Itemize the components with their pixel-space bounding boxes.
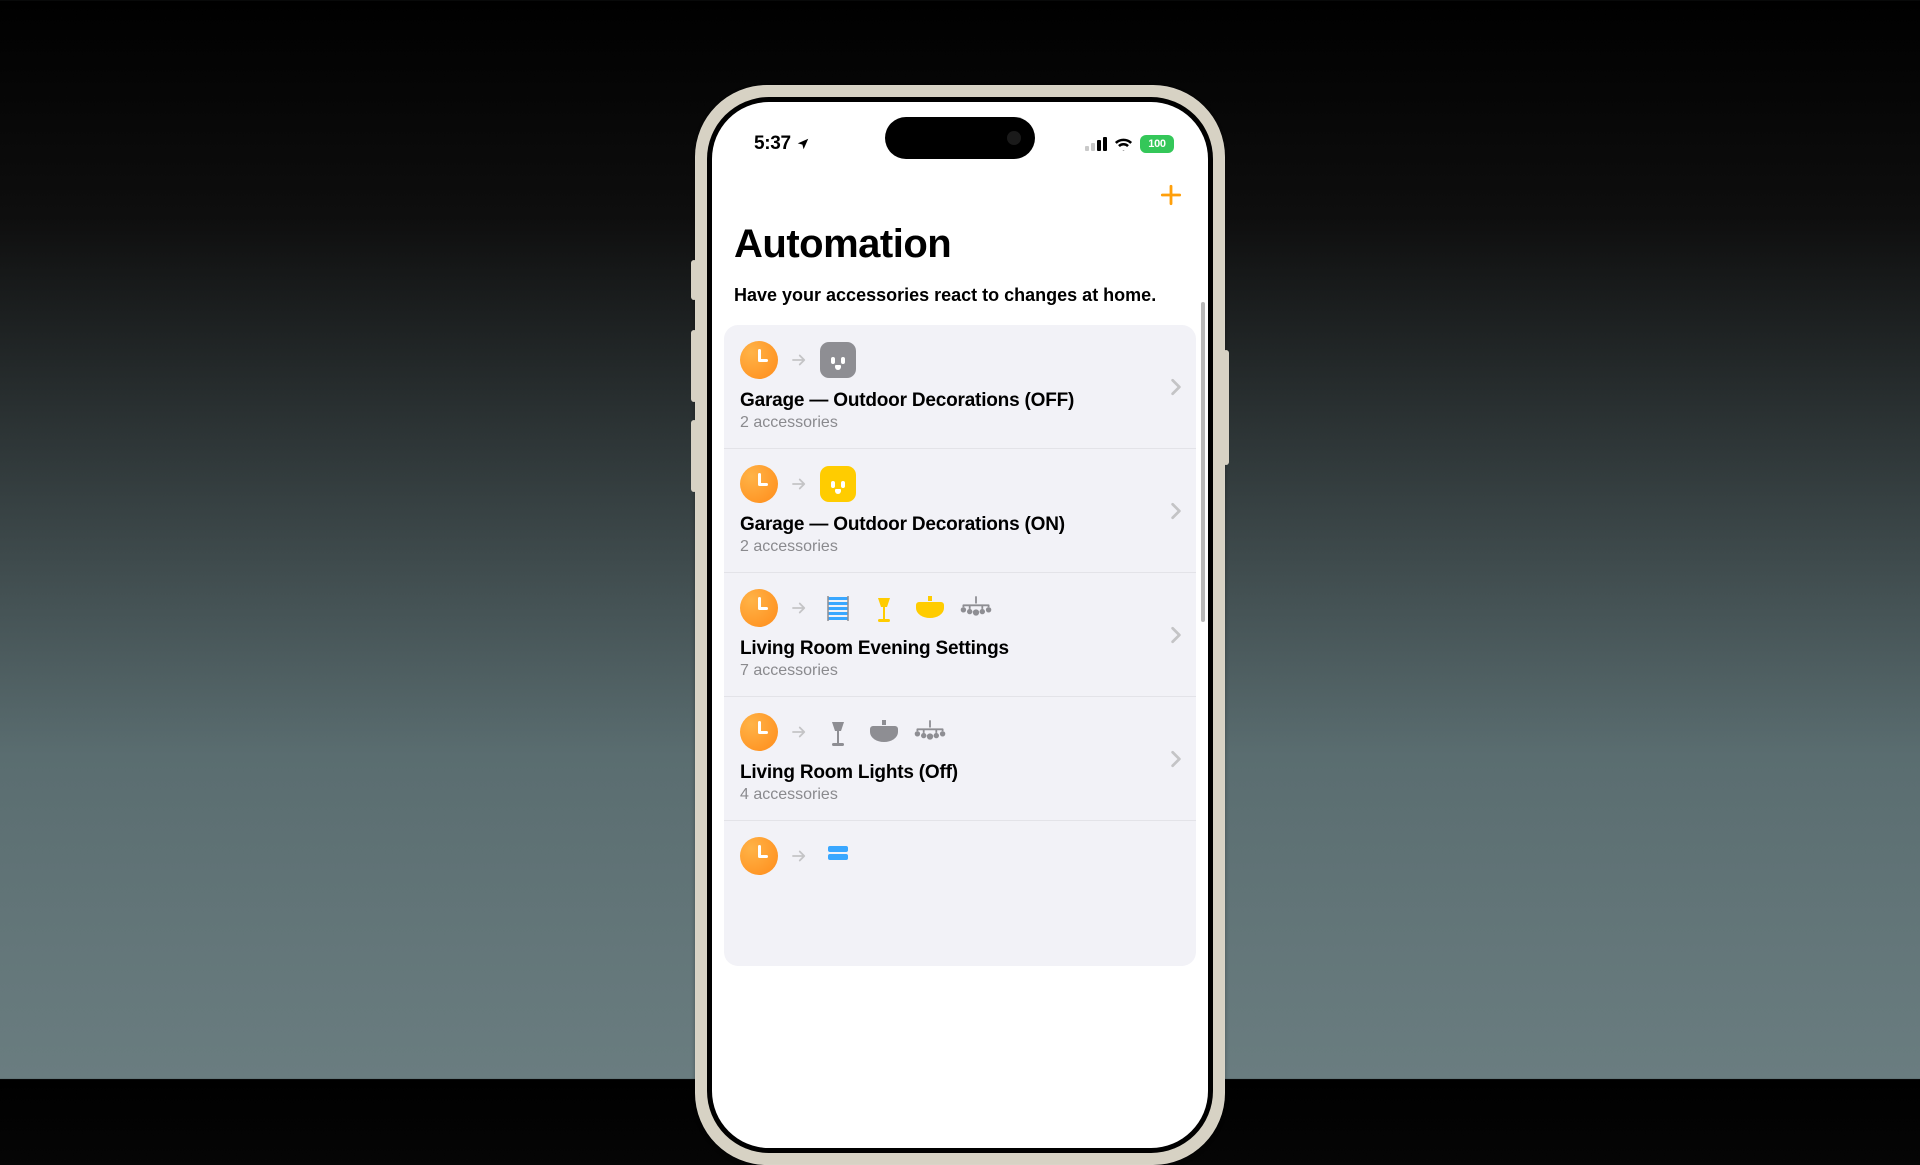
page-title: Automation (734, 222, 1186, 267)
volume-down-button (691, 420, 697, 492)
automation-subtitle: 4 accessories (740, 786, 1182, 804)
automation-row[interactable]: Living Room Lights (Off) 4 accessories (724, 697, 1196, 821)
arrow-right-icon (788, 473, 810, 495)
automation-icons (740, 589, 1182, 627)
automation-list: Garage — Outdoor Decorations (OFF) 2 acc… (724, 325, 1196, 966)
battery-level: 100 (1148, 138, 1165, 150)
power-button (1223, 350, 1229, 465)
silence-switch (691, 260, 697, 300)
arrow-right-icon (788, 721, 810, 743)
automation-subtitle: 2 accessories (740, 538, 1182, 556)
chevron-right-icon (1170, 378, 1182, 396)
phone-frame: 5:37 100 (695, 85, 1225, 1165)
nav-bar (712, 172, 1208, 216)
automation-icons (740, 341, 1182, 379)
automation-row[interactable] (724, 821, 1196, 966)
automation-subtitle: 2 accessories (740, 414, 1182, 432)
dynamic-island (885, 117, 1035, 159)
floor-lamp-off-icon (820, 714, 856, 750)
chevron-right-icon (1170, 502, 1182, 520)
page-subtitle: Have your accessories react to changes a… (712, 269, 1208, 325)
outlet-off-icon (820, 342, 856, 378)
arrow-right-icon (788, 845, 810, 867)
page-header: Automation (712, 216, 1208, 269)
chevron-right-icon (1170, 750, 1182, 768)
automation-row[interactable]: Garage — Outdoor Decorations (OFF) 2 acc… (724, 325, 1196, 449)
cellular-icon (1085, 137, 1107, 151)
screen-content: Automation Have your accessories react t… (712, 102, 1208, 1148)
chandelier-off-icon (958, 590, 994, 626)
accessory-icon (820, 838, 856, 874)
wifi-icon (1114, 137, 1133, 151)
plus-icon (1158, 182, 1184, 208)
chevron-right-icon (1170, 626, 1182, 644)
automation-title: Garage — Outdoor Decorations (OFF) (740, 390, 1182, 412)
clock-icon (740, 837, 778, 875)
chandelier-off-icon (912, 714, 948, 750)
scroll-indicator (1201, 302, 1205, 622)
clock-icon (740, 589, 778, 627)
battery-icon: 100 (1140, 135, 1174, 153)
blinds-icon (820, 590, 856, 626)
phone-bezel: 5:37 100 (707, 97, 1213, 1153)
add-automation-button[interactable] (1156, 180, 1186, 210)
status-right: 100 (1085, 135, 1174, 153)
floor-lamp-on-icon (866, 590, 902, 626)
clock-icon (740, 465, 778, 503)
automation-title: Living Room Evening Settings (740, 638, 1182, 660)
clock-icon (740, 341, 778, 379)
automation-row[interactable]: Garage — Outdoor Decorations (ON) 2 acce… (724, 449, 1196, 573)
automation-title: Garage — Outdoor Decorations (ON) (740, 514, 1182, 536)
arrow-right-icon (788, 597, 810, 619)
automation-row[interactable]: Living Room Evening Settings 7 accessori… (724, 573, 1196, 697)
outlet-on-icon (820, 466, 856, 502)
clock-icon (740, 713, 778, 751)
automation-icons (740, 837, 1182, 875)
automation-icons (740, 465, 1182, 503)
location-icon (796, 137, 810, 151)
ceiling-light-off-icon (866, 714, 902, 750)
automation-title: Living Room Lights (Off) (740, 762, 1182, 784)
automation-subtitle: 7 accessories (740, 662, 1182, 680)
status-time: 5:37 (754, 133, 791, 155)
volume-up-button (691, 330, 697, 402)
automation-icons (740, 713, 1182, 751)
arrow-right-icon (788, 349, 810, 371)
phone-screen: 5:37 100 (712, 102, 1208, 1148)
ceiling-light-on-icon (912, 590, 948, 626)
status-left: 5:37 (754, 133, 810, 155)
